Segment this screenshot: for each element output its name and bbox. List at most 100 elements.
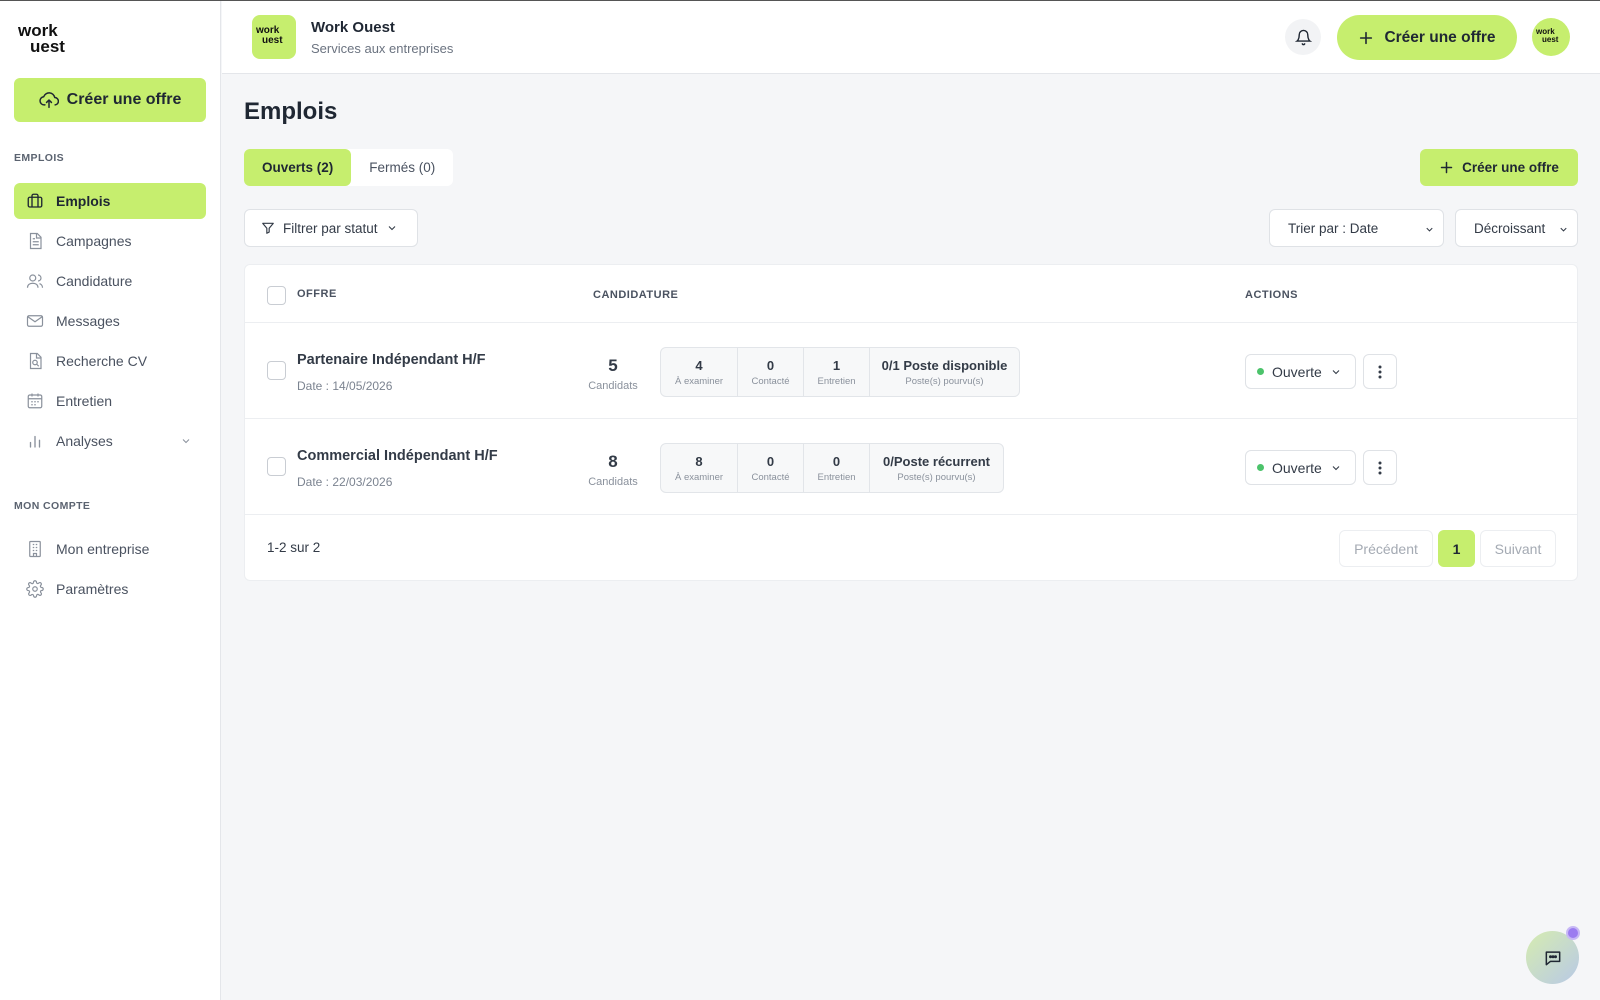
job-date: Date : 22/03/2026 [297,475,393,489]
brand-logo[interactable]: work uest [18,22,80,59]
stat-to-review[interactable]: 8 À examiner [661,444,738,492]
status-dropdown[interactable]: Ouverte [1245,450,1356,485]
stat-value: 0 [766,357,775,373]
row-more-button[interactable] [1363,450,1397,485]
sort-by-select[interactable]: Trier par : Date [1269,209,1444,247]
candidates-count: 5 [608,356,618,375]
stat-label: Entretien [817,471,856,483]
results-count: 1-2 sur 2 [267,540,321,555]
stat-positions: 0/Poste récurrent Poste(s) pourvu(s) [870,444,1003,492]
status-label: Ouverte [1272,459,1322,476]
sidebar-item-analyses[interactable]: Analyses [14,423,206,459]
create-offer-button[interactable]: Créer une offre [1420,149,1578,186]
stat-label: À examiner [674,375,724,387]
chevron-down-icon [1330,366,1342,378]
gear-icon [26,580,44,598]
tab-ouverts[interactable]: Ouverts (2) [244,149,352,186]
briefcase-icon [26,192,44,210]
avatar-line2: uest [1542,35,1559,44]
jobs-table: OFFRE CANDIDATURE ACTIONS Partenaire Ind… [244,264,1578,581]
stat-value: 0 [766,453,775,469]
job-title[interactable]: Commercial Indépendant H/F [297,448,498,464]
stat-contacted[interactable]: 0 Contacté [738,444,804,492]
stat-value: 1 [832,357,841,373]
stat-to-review[interactable]: 4 À examiner [661,348,738,396]
sidebar-create-offer-label: Créer une offre [66,91,182,108]
previous-page-button[interactable]: Précédent [1339,530,1433,567]
company-logo-line2: uest [262,35,283,46]
stat-label: À examiner [674,471,724,483]
sidebar-item-messages[interactable]: Messages [14,303,206,339]
section-label-jobs: EMPLOIS [14,152,65,164]
job-title[interactable]: Partenaire Indépendant H/F [297,352,486,368]
sidebar-item-candidature[interactable]: Candidature [14,263,206,299]
stat-label: Poste(s) pourvu(s) [905,375,984,387]
row-more-button[interactable] [1363,354,1397,389]
row-checkbox[interactable] [267,457,286,476]
sidebar-item-label: Analyses [56,433,113,449]
stat-value: 8 [695,453,703,469]
status-dot [1257,464,1264,471]
page-number-button[interactable]: 1 [1438,530,1475,567]
job-status-tabs: Ouverts (2) Fermés (0) [244,149,454,186]
column-header-offer: OFFRE [297,288,337,300]
chat-notification-badge [1566,926,1580,940]
chevron-down-icon [180,435,192,447]
notifications-button[interactable] [1285,19,1321,55]
sidebar-create-offer-button[interactable]: Créer une offre [14,78,206,122]
company-logo: work uest [252,15,296,59]
sidebar-item-label: Candidature [56,273,133,289]
status-filter-button[interactable]: Filtrer par statut [244,209,418,247]
stat-label: Entretien [817,375,856,387]
sidebar-item-label: Paramètres [56,581,129,597]
sidebar-item-parametres[interactable]: Paramètres [14,571,206,607]
section-label-account: MON COMPTE [14,500,91,512]
stat-interview[interactable]: 1 Entretien [804,348,870,396]
sort-order-select[interactable]: Décroissant [1455,209,1578,247]
brand-logo-line2: uest [30,37,65,56]
row-checkbox[interactable] [267,361,286,380]
status-dot [1257,368,1264,375]
tab-fermes[interactable]: Fermés (0) [351,149,453,186]
sidebar-item-label: Entretien [56,393,113,409]
chevron-down-icon [386,222,398,234]
status-filter-label: Filtrer par statut [283,220,378,236]
stat-interview[interactable]: 0 Entretien [804,444,870,492]
sidebar: work uest Créer une offre EMPLOIS Emploi… [0,1,221,1000]
cloud-upload-icon [38,91,59,109]
sidebar-item-label: Emplois [56,193,111,209]
sort-by-value: Trier par : Date [1288,220,1379,236]
sidebar-item-mon-entreprise[interactable]: Mon entreprise [14,531,206,567]
table-header: OFFRE CANDIDATURE ACTIONS [245,265,1577,323]
chevron-down-icon [1330,462,1342,474]
sidebar-item-emplois[interactable]: Emplois [14,183,206,219]
filter-icon [261,221,275,235]
avatar[interactable]: work uest [1532,18,1570,56]
more-vertical-icon [1378,461,1382,475]
sidebar-item-label: Campagnes [56,233,132,249]
company-subtitle: Services aux entreprises [311,41,454,56]
next-page-button[interactable]: Suivant [1480,530,1556,567]
sidebar-item-campagnes[interactable]: Campagnes [14,223,206,259]
candidates-count: 8 [608,452,618,471]
candidates-label: Candidats [588,380,638,392]
users-icon [26,272,44,290]
stat-value: 4 [695,357,703,373]
stat-value: 0/1 Poste disponible [881,357,1008,373]
company-name: Work Ouest [311,19,395,36]
status-dropdown[interactable]: Ouverte [1245,354,1356,389]
stat-label: Poste(s) pourvu(s) [897,471,976,483]
stat-contacted[interactable]: 0 Contacté [738,348,804,396]
stat-positions: 0/1 Poste disponible Poste(s) pourvu(s) [870,348,1019,396]
header-create-offer-label: Créer une offre [1384,28,1496,46]
select-all-checkbox[interactable] [267,286,286,305]
stat-label: Contacté [751,375,790,387]
application-stats: 8 À examiner 0 Contacté 0 Entretien 0/Po… [660,443,1004,493]
mail-icon [26,312,44,330]
header-create-offer-button[interactable]: Créer une offre [1337,15,1517,60]
stat-value: 0 [832,453,841,469]
sidebar-item-entretien[interactable]: Entretien [14,383,206,419]
sidebar-item-recherche-cv[interactable]: Recherche CV [14,343,206,379]
bar-chart-icon [26,432,44,450]
cv-search-icon [26,352,44,370]
